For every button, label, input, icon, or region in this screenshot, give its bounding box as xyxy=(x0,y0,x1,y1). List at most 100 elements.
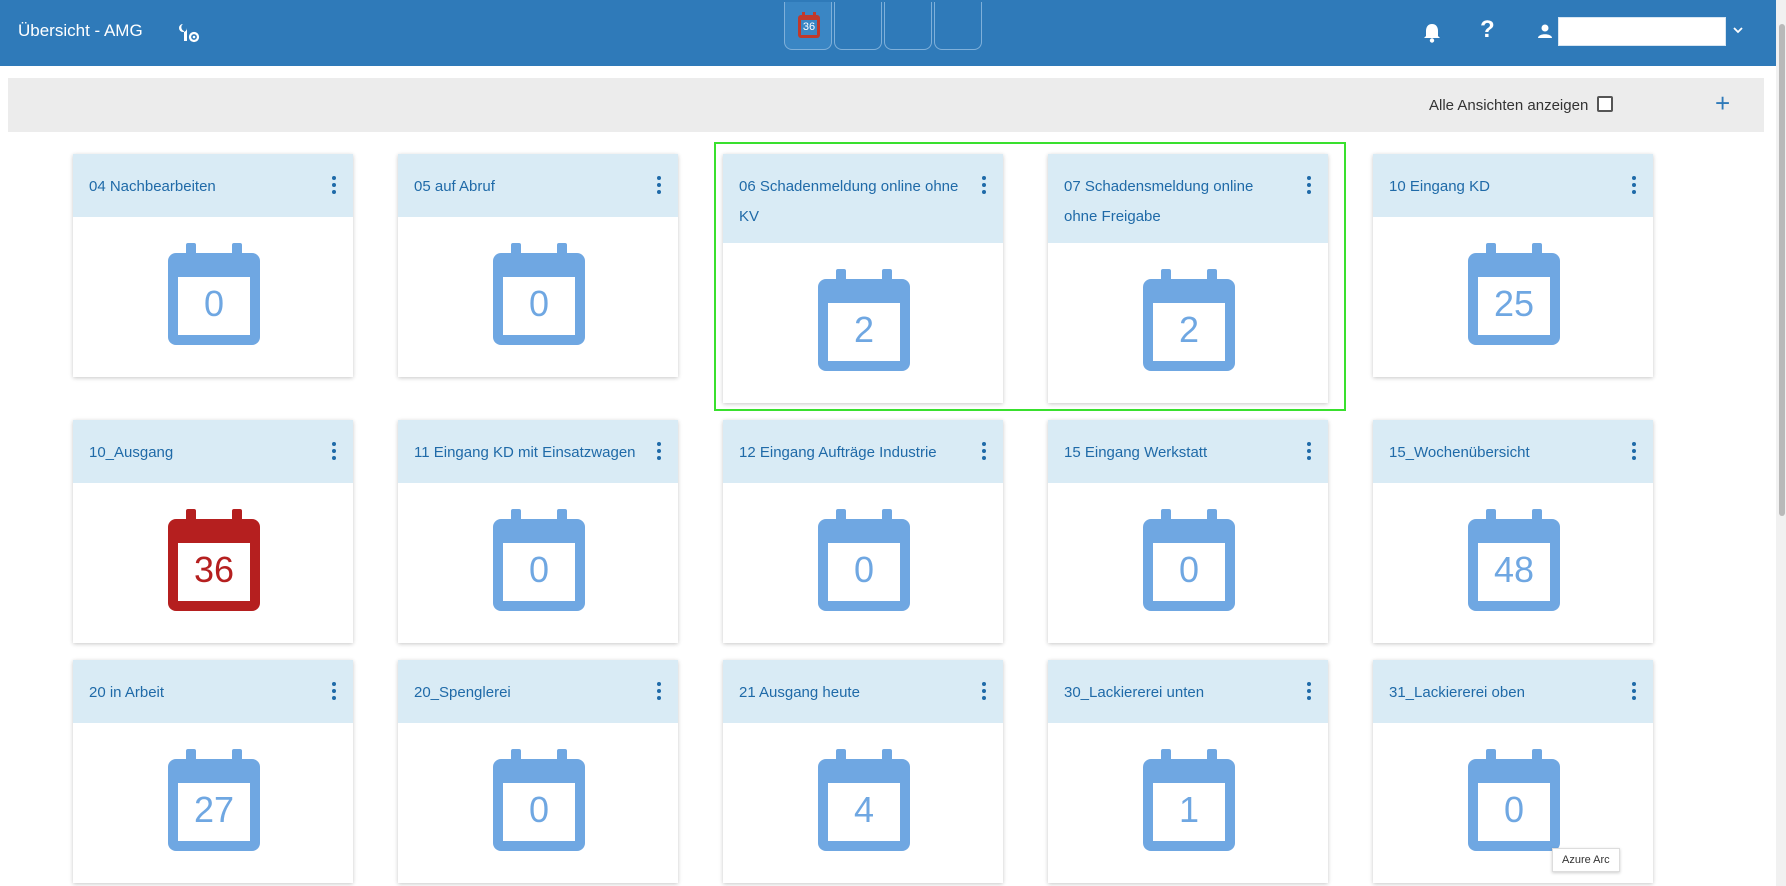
card-count: 4 xyxy=(853,789,875,830)
top-app-bar: Übersicht - AMG 36 ? xyxy=(0,0,1786,66)
page-title: Übersicht - AMG xyxy=(18,21,143,40)
card-title[interactable]: 20 in Arbeit xyxy=(89,678,313,708)
tab-badge-count: 36 xyxy=(802,21,816,33)
card-title[interactable]: 21 Ausgang heute xyxy=(739,678,963,708)
add-view-button[interactable]: + xyxy=(1715,90,1730,116)
view-card[interactable]: 15 Eingang Werkstatt 0 xyxy=(1048,420,1328,643)
card-title[interactable]: 05 auf Abruf xyxy=(414,172,638,202)
card-body[interactable]: 27 xyxy=(73,723,353,883)
card-header: 10 Eingang KD xyxy=(1373,154,1653,217)
user-icon[interactable] xyxy=(1537,23,1553,39)
card-count: 25 xyxy=(1493,283,1535,324)
tab-view-4[interactable] xyxy=(934,2,982,50)
bell-icon[interactable] xyxy=(1422,22,1442,44)
user-name-field[interactable] xyxy=(1558,17,1726,46)
card-title[interactable]: 10_Ausgang xyxy=(89,438,313,468)
view-card[interactable]: 30_Lackiererei unten 1 xyxy=(1048,660,1328,883)
azure-arc-tooltip: Azure Arc xyxy=(1552,848,1620,872)
card-title[interactable]: 20_Spenglerei xyxy=(414,678,638,708)
more-vert-icon[interactable] xyxy=(1631,682,1637,700)
card-header: 15_Wochenübersicht xyxy=(1373,420,1653,483)
view-card[interactable]: 20 in Arbeit 27 xyxy=(73,660,353,883)
card-title[interactable]: 07 Schadensmeldung online ohne Freigabe xyxy=(1064,172,1288,232)
more-vert-icon[interactable] xyxy=(1306,176,1312,194)
card-body[interactable]: 48 xyxy=(1373,483,1653,643)
all-views-label: Alle Ansichten anzeigen xyxy=(1429,97,1589,114)
more-vert-icon[interactable] xyxy=(981,442,987,460)
card-header: 15 Eingang Werkstatt xyxy=(1048,420,1328,483)
view-card[interactable]: 10 Eingang KD 25 xyxy=(1373,154,1653,377)
card-title[interactable]: 12 Eingang Aufträge Industrie xyxy=(739,438,963,468)
all-views-checkbox[interactable] xyxy=(1597,96,1613,112)
card-body[interactable]: 4 xyxy=(723,723,1003,883)
more-vert-icon[interactable] xyxy=(981,682,987,700)
more-vert-icon[interactable] xyxy=(981,176,987,194)
card-body[interactable]: 0 xyxy=(398,483,678,643)
more-vert-icon[interactable] xyxy=(331,682,337,700)
card-title[interactable]: 11 Eingang KD mit Einsatzwagen xyxy=(414,438,638,468)
chevron-down-icon[interactable] xyxy=(1732,24,1744,36)
card-title[interactable]: 15_Wochenübersicht xyxy=(1389,438,1613,468)
card-body[interactable]: 0 xyxy=(723,483,1003,643)
card-title[interactable]: 10 Eingang KD xyxy=(1389,172,1613,202)
more-vert-icon[interactable] xyxy=(331,442,337,460)
view-card[interactable]: 15_Wochenübersicht 48 xyxy=(1373,420,1653,643)
view-card[interactable]: 11 Eingang KD mit Einsatzwagen 0 xyxy=(398,420,678,643)
more-vert-icon[interactable] xyxy=(656,176,662,194)
card-body[interactable]: 0 xyxy=(398,217,678,377)
card-count: 0 xyxy=(1178,549,1200,590)
card-count: 2 xyxy=(1178,309,1200,350)
card-count: 48 xyxy=(1493,549,1535,590)
view-card[interactable]: 10_Ausgang 36 xyxy=(73,420,353,643)
view-card[interactable]: 04 Nachbearbeiten 0 xyxy=(73,154,353,377)
card-count: 0 xyxy=(853,549,875,590)
card-count: 0 xyxy=(203,283,225,324)
view-card[interactable]: 06 Schadenmeldung online ohne KV 2 xyxy=(723,154,1003,403)
more-vert-icon[interactable] xyxy=(1306,682,1312,700)
card-body[interactable]: 2 xyxy=(723,243,1003,403)
tab-overview[interactable]: 36 xyxy=(784,2,832,50)
view-card[interactable]: 20_Spenglerei 0 xyxy=(398,660,678,883)
more-vert-icon[interactable] xyxy=(656,682,662,700)
card-body[interactable]: 25 xyxy=(1373,217,1653,377)
scrollbar-thumb[interactable] xyxy=(1779,24,1785,516)
help-icon[interactable]: ? xyxy=(1480,16,1495,44)
card-title[interactable]: 15 Eingang Werkstatt xyxy=(1064,438,1288,468)
card-count: 0 xyxy=(528,549,550,590)
card-body[interactable]: 0 xyxy=(1048,483,1328,643)
card-title[interactable]: 31_Lackiererei oben xyxy=(1389,678,1613,708)
card-header: 30_Lackiererei unten xyxy=(1048,660,1328,723)
card-body[interactable]: 1 xyxy=(1048,723,1328,883)
tab-view-2[interactable] xyxy=(834,2,882,50)
more-vert-icon[interactable] xyxy=(1631,176,1637,194)
more-vert-icon[interactable] xyxy=(331,176,337,194)
card-header: 31_Lackiererei oben xyxy=(1373,660,1653,723)
card-header: 06 Schadenmeldung online ohne KV xyxy=(723,154,1003,243)
card-header: 05 auf Abruf xyxy=(398,154,678,217)
card-body[interactable]: 0 xyxy=(398,723,678,883)
tools-settings-icon[interactable] xyxy=(178,22,200,44)
card-count: 0 xyxy=(1503,789,1525,830)
view-card[interactable]: 12 Eingang Aufträge Industrie 0 xyxy=(723,420,1003,643)
card-count: 2 xyxy=(853,309,875,350)
view-card[interactable]: 07 Schadensmeldung online ohne Freigabe 2 xyxy=(1048,154,1328,403)
card-header: 20 in Arbeit xyxy=(73,660,353,723)
card-count: 36 xyxy=(193,549,235,590)
view-card[interactable]: 21 Ausgang heute 4 xyxy=(723,660,1003,883)
card-header: 20_Spenglerei xyxy=(398,660,678,723)
card-count: 0 xyxy=(528,283,550,324)
card-title[interactable]: 04 Nachbearbeiten xyxy=(89,172,313,202)
card-title[interactable]: 30_Lackiererei unten xyxy=(1064,678,1288,708)
tab-view-3[interactable] xyxy=(884,2,932,50)
more-vert-icon[interactable] xyxy=(1631,442,1637,460)
card-count: 0 xyxy=(528,789,550,830)
card-body[interactable]: 0 xyxy=(73,217,353,377)
card-body[interactable]: 2 xyxy=(1048,243,1328,403)
card-title[interactable]: 06 Schadenmeldung online ohne KV xyxy=(739,172,963,232)
view-card[interactable]: 05 auf Abruf 0 xyxy=(398,154,678,377)
view-tab-bar: 36 xyxy=(784,2,982,50)
card-count: 27 xyxy=(193,789,235,830)
card-body[interactable]: 36 xyxy=(73,483,353,643)
more-vert-icon[interactable] xyxy=(656,442,662,460)
more-vert-icon[interactable] xyxy=(1306,442,1312,460)
